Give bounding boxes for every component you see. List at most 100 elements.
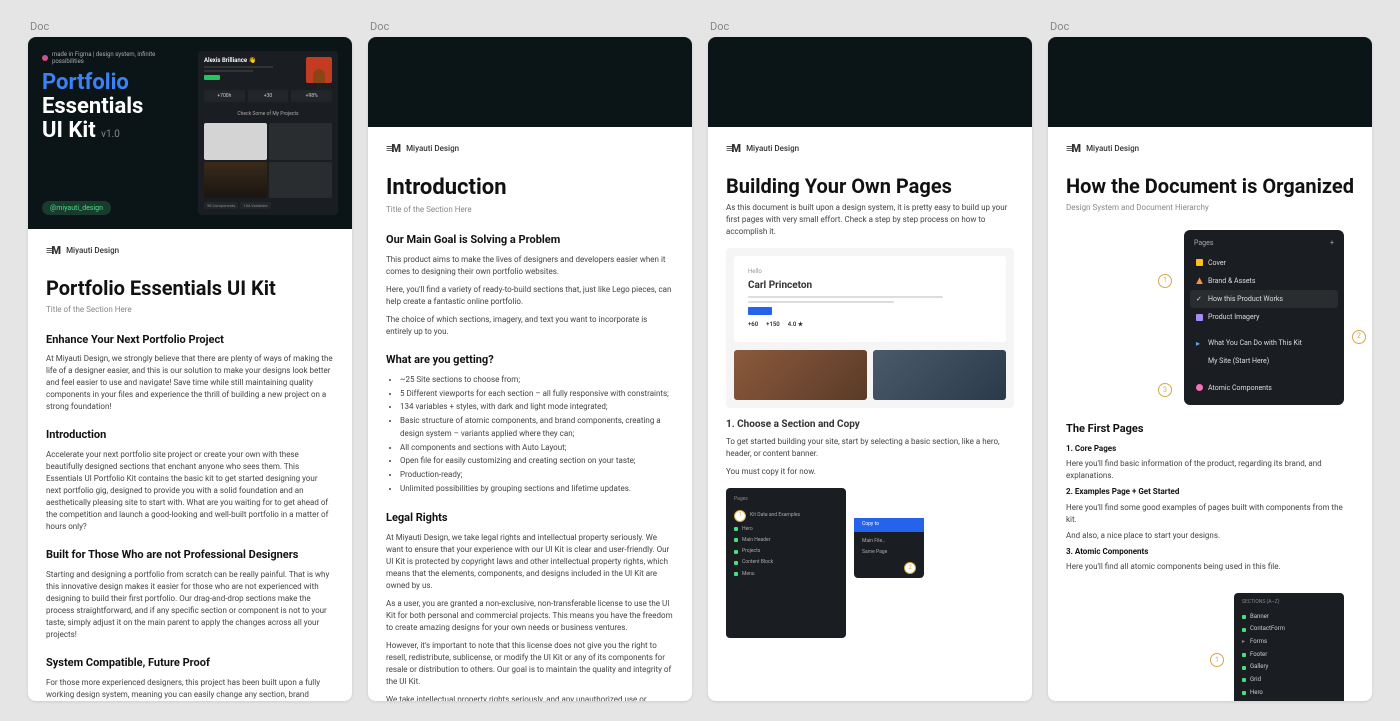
page-row: Projects — [742, 548, 760, 555]
brand-row: ≡M Miyauti Design — [386, 141, 674, 157]
page-row: Hero — [742, 526, 753, 533]
paragraph: As a user, you are granted a non-exclusi… — [386, 598, 674, 634]
paragraph: Starting and designing a portfolio from … — [46, 569, 334, 641]
panel-building-pages: ≡M Miyauti Design Building Your Own Page… — [708, 37, 1032, 701]
brand-icon — [1196, 277, 1203, 284]
dark-banner — [708, 37, 1032, 127]
hero-title-line2: Essentials — [42, 95, 188, 119]
fp-1-title: 1. Core Pages — [1066, 444, 1116, 453]
brand-row: ≡M Miyauti Design — [1066, 141, 1354, 157]
page-item: Atomic Components — [1208, 383, 1272, 393]
step-badge-1: 1 — [734, 510, 746, 522]
section-item: Forms — [1250, 638, 1267, 647]
section-item: Footer — [1250, 651, 1267, 660]
panel-introduction: ≡M Miyauti Design Introduction Title of … — [368, 37, 692, 701]
brand-name: Miyauti Design — [1086, 143, 1139, 155]
imagery-icon — [1196, 314, 1203, 321]
pill-components: 98 Components — [204, 202, 238, 209]
heading-enhance: Enhance Your Next Portfolio Project — [46, 332, 334, 348]
paragraph: For those more experienced designers, th… — [46, 677, 334, 701]
preview-image — [873, 350, 1006, 400]
annotation-1: 1 — [1158, 274, 1172, 288]
doc-label: Doc — [368, 20, 692, 33]
paragraph: And also, a nice place to start your des… — [1066, 530, 1354, 542]
panel-portfolio-kit: made in Figma | design system, infinite … — [28, 37, 352, 701]
page-item: My Site (Start Here) — [1208, 356, 1269, 366]
sections-header: SECTIONS (A–Z) — [1242, 599, 1336, 606]
figma-pages-preview: Pages 1 Kit Data and Examples Hero Main H… — [726, 488, 1014, 638]
stat-1: +700h — [204, 90, 245, 102]
dark-panel-header: Pages — [734, 496, 838, 503]
page-item: How this Product Works — [1208, 294, 1283, 304]
list-item: 5 Different viewports for each section –… — [400, 388, 674, 401]
hero-preview-card: Alexis Brilliance 👋 +700h +30 +98% Check… — [198, 51, 338, 215]
list-item: ~25 Site sections to choose from; — [400, 374, 674, 387]
step-1-title: 1. Choose a Section and Copy — [726, 418, 1014, 433]
brand-logo-icon: ≡M — [46, 243, 60, 259]
figma-pages-panel: Pages + Cover Brand & Assets ✓How this P… — [1184, 230, 1344, 405]
brand-name: Miyauti Design — [746, 143, 799, 155]
page-subtitle: Design System and Document Hierarchy — [1066, 202, 1354, 214]
section-item: Grid — [1250, 676, 1261, 685]
section-preview: Hello Carl Princeton +60 +150 4.0 ★ — [726, 248, 1014, 408]
annotation-3: 3 — [1158, 383, 1172, 397]
page-row: Main Header — [742, 537, 770, 544]
heading-first-pages: The First Pages — [1066, 421, 1354, 437]
menu-item: Main File… — [862, 538, 886, 545]
author-tag: @miyauti_design — [42, 201, 111, 215]
plus-icon: + — [1330, 238, 1334, 248]
menu-header: Copy to — [854, 518, 924, 531]
page-item: What You Can Do with This Kit — [1208, 338, 1302, 348]
figma-badge: made in Figma | design system, infinite … — [42, 51, 188, 65]
page-row: Content Block — [742, 559, 773, 566]
dark-pages-panel: Pages 1 Kit Data and Examples Hero Main H… — [726, 488, 846, 638]
panel-how-organized: ≡M Miyauti Design How the Document is Or… — [1048, 37, 1372, 701]
paragraph: Here you'll find all atomic components b… — [1066, 561, 1354, 573]
fp-3-title: 3. Atomic Components — [1066, 547, 1148, 556]
page-item: Brand & Assets — [1208, 276, 1255, 286]
doc-column-2: Doc ≡M Miyauti Design Introduction Title… — [368, 20, 692, 701]
doc-column-1: Doc made in Figma | design system, infin… — [28, 20, 352, 701]
hero-title: Portfolio Essentials UI Kit v1.0 — [42, 71, 188, 144]
hero-banner: made in Figma | design system, infinite … — [28, 37, 352, 229]
heading-introduction: Introduction — [46, 427, 334, 443]
paragraph: Accelerate your next portfolio site proj… — [46, 449, 334, 533]
preview-name: Alexis Brilliance 👋 — [204, 57, 302, 64]
brand-logo-icon: ≡M — [386, 141, 400, 157]
thumb — [204, 123, 267, 160]
fp-2-title: 2. Examples Page + Get Started — [1066, 487, 1179, 496]
paragraph: At Miyauti Design, we take legal rights … — [386, 532, 674, 592]
doc-column-4: Doc ≡M Miyauti Design How the Document i… — [1048, 20, 1372, 701]
paragraph: You must copy it for now. — [726, 466, 1014, 478]
page-row: Kit Data and Examples — [750, 512, 800, 519]
brand-name: Miyauti Design — [66, 245, 119, 257]
section-item: Banner — [1250, 613, 1269, 622]
brand-row: ≡M Miyauti Design — [726, 141, 1014, 157]
section-item: ContactForm — [1250, 625, 1285, 634]
thumb — [269, 162, 332, 199]
page-title: Building Your Own Pages — [726, 175, 1014, 198]
list-item: Unlimited possibilities by grouping sect… — [400, 483, 674, 496]
heading-getting: What are you getting? — [386, 352, 674, 368]
heading-system: System Compatible, Future Proof — [46, 655, 334, 671]
paragraph: Here you'll find basic information of th… — [1066, 458, 1354, 482]
brand-logo-icon: ≡M — [1066, 141, 1080, 157]
list-item: All components and sections with Auto La… — [400, 442, 674, 455]
preview-name: Carl Princeton — [748, 279, 992, 294]
paragraph: Here you'll find some good examples of p… — [1066, 502, 1354, 526]
section-item: Hero — [1250, 689, 1263, 698]
list-item: Basic structure of atomic components, an… — [400, 415, 674, 441]
annotation-1: 1 — [1210, 653, 1224, 667]
getting-list: ~25 Site sections to choose from; 5 Diff… — [386, 374, 674, 496]
page-row: Menu — [742, 571, 755, 578]
list-item: 134 variables + styles, with dark and li… — [400, 401, 674, 414]
paragraph: However, it's important to note that thi… — [386, 640, 674, 688]
stat: +150 — [766, 321, 780, 330]
hero-version: v1.0 — [101, 129, 120, 140]
brand-row: ≡M Miyauti Design — [46, 243, 334, 259]
thumb — [204, 162, 267, 199]
avatar — [306, 57, 332, 83]
figma-badge-text: made in Figma | design system, infinite … — [52, 51, 188, 65]
doc-label: Doc — [28, 20, 352, 33]
thumb — [269, 123, 332, 160]
